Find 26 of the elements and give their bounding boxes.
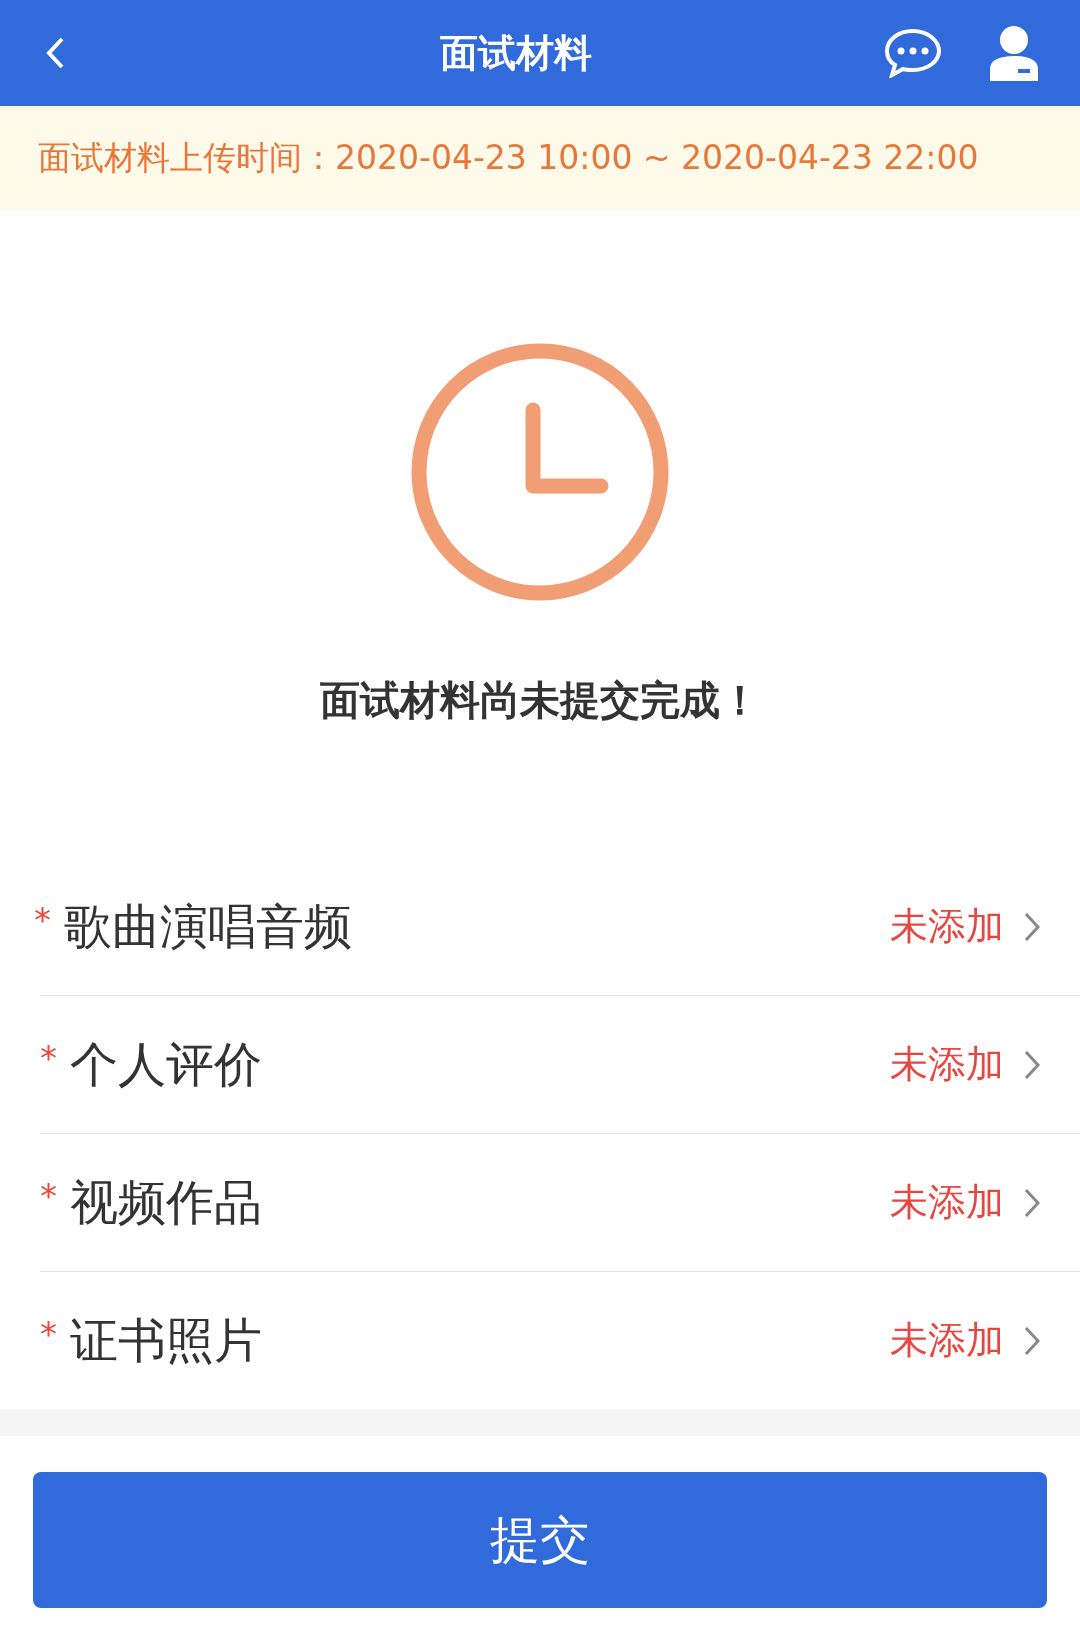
status-message: 面试材料尚未提交完成！ <box>320 676 760 725</box>
material-item[interactable]: * 个人评价 未添加 <box>40 995 1080 1133</box>
material-label: 个人评价 <box>70 1034 263 1094</box>
required-mark: * <box>40 1038 58 1078</box>
chevron-right-icon <box>1024 1187 1040 1218</box>
submit-button[interactable]: 提交 <box>33 1472 1047 1608</box>
chat-bubble-icon[interactable] <box>884 28 942 78</box>
material-item[interactable]: * 歌曲演唱音频 未添加 <box>0 858 1080 995</box>
required-mark: * <box>40 1314 58 1354</box>
material-status: 未添加 <box>890 1041 1004 1088</box>
material-label: 歌曲演唱音频 <box>64 896 353 956</box>
clock-icon <box>411 343 669 601</box>
required-mark: * <box>34 900 52 940</box>
material-status: 未添加 <box>890 1179 1004 1226</box>
user-icon[interactable] <box>988 25 1040 81</box>
chevron-right-icon <box>1024 911 1040 942</box>
page-title: 面试材料 <box>439 29 593 77</box>
chevron-right-icon <box>1024 1325 1040 1356</box>
material-item[interactable]: * 视频作品 未添加 <box>40 1133 1080 1271</box>
chevron-right-icon <box>1024 1049 1040 1080</box>
material-label: 视频作品 <box>70 1172 263 1232</box>
required-mark: * <box>40 1176 58 1216</box>
upload-time-notice: 面试材料上传时间：2020-04-23 10:00 ~ 2020-04-23 22:00 <box>38 137 979 179</box>
material-label: 证书照片 <box>70 1310 263 1370</box>
material-status: 未添加 <box>890 903 1004 950</box>
material-status: 未添加 <box>890 1317 1004 1364</box>
